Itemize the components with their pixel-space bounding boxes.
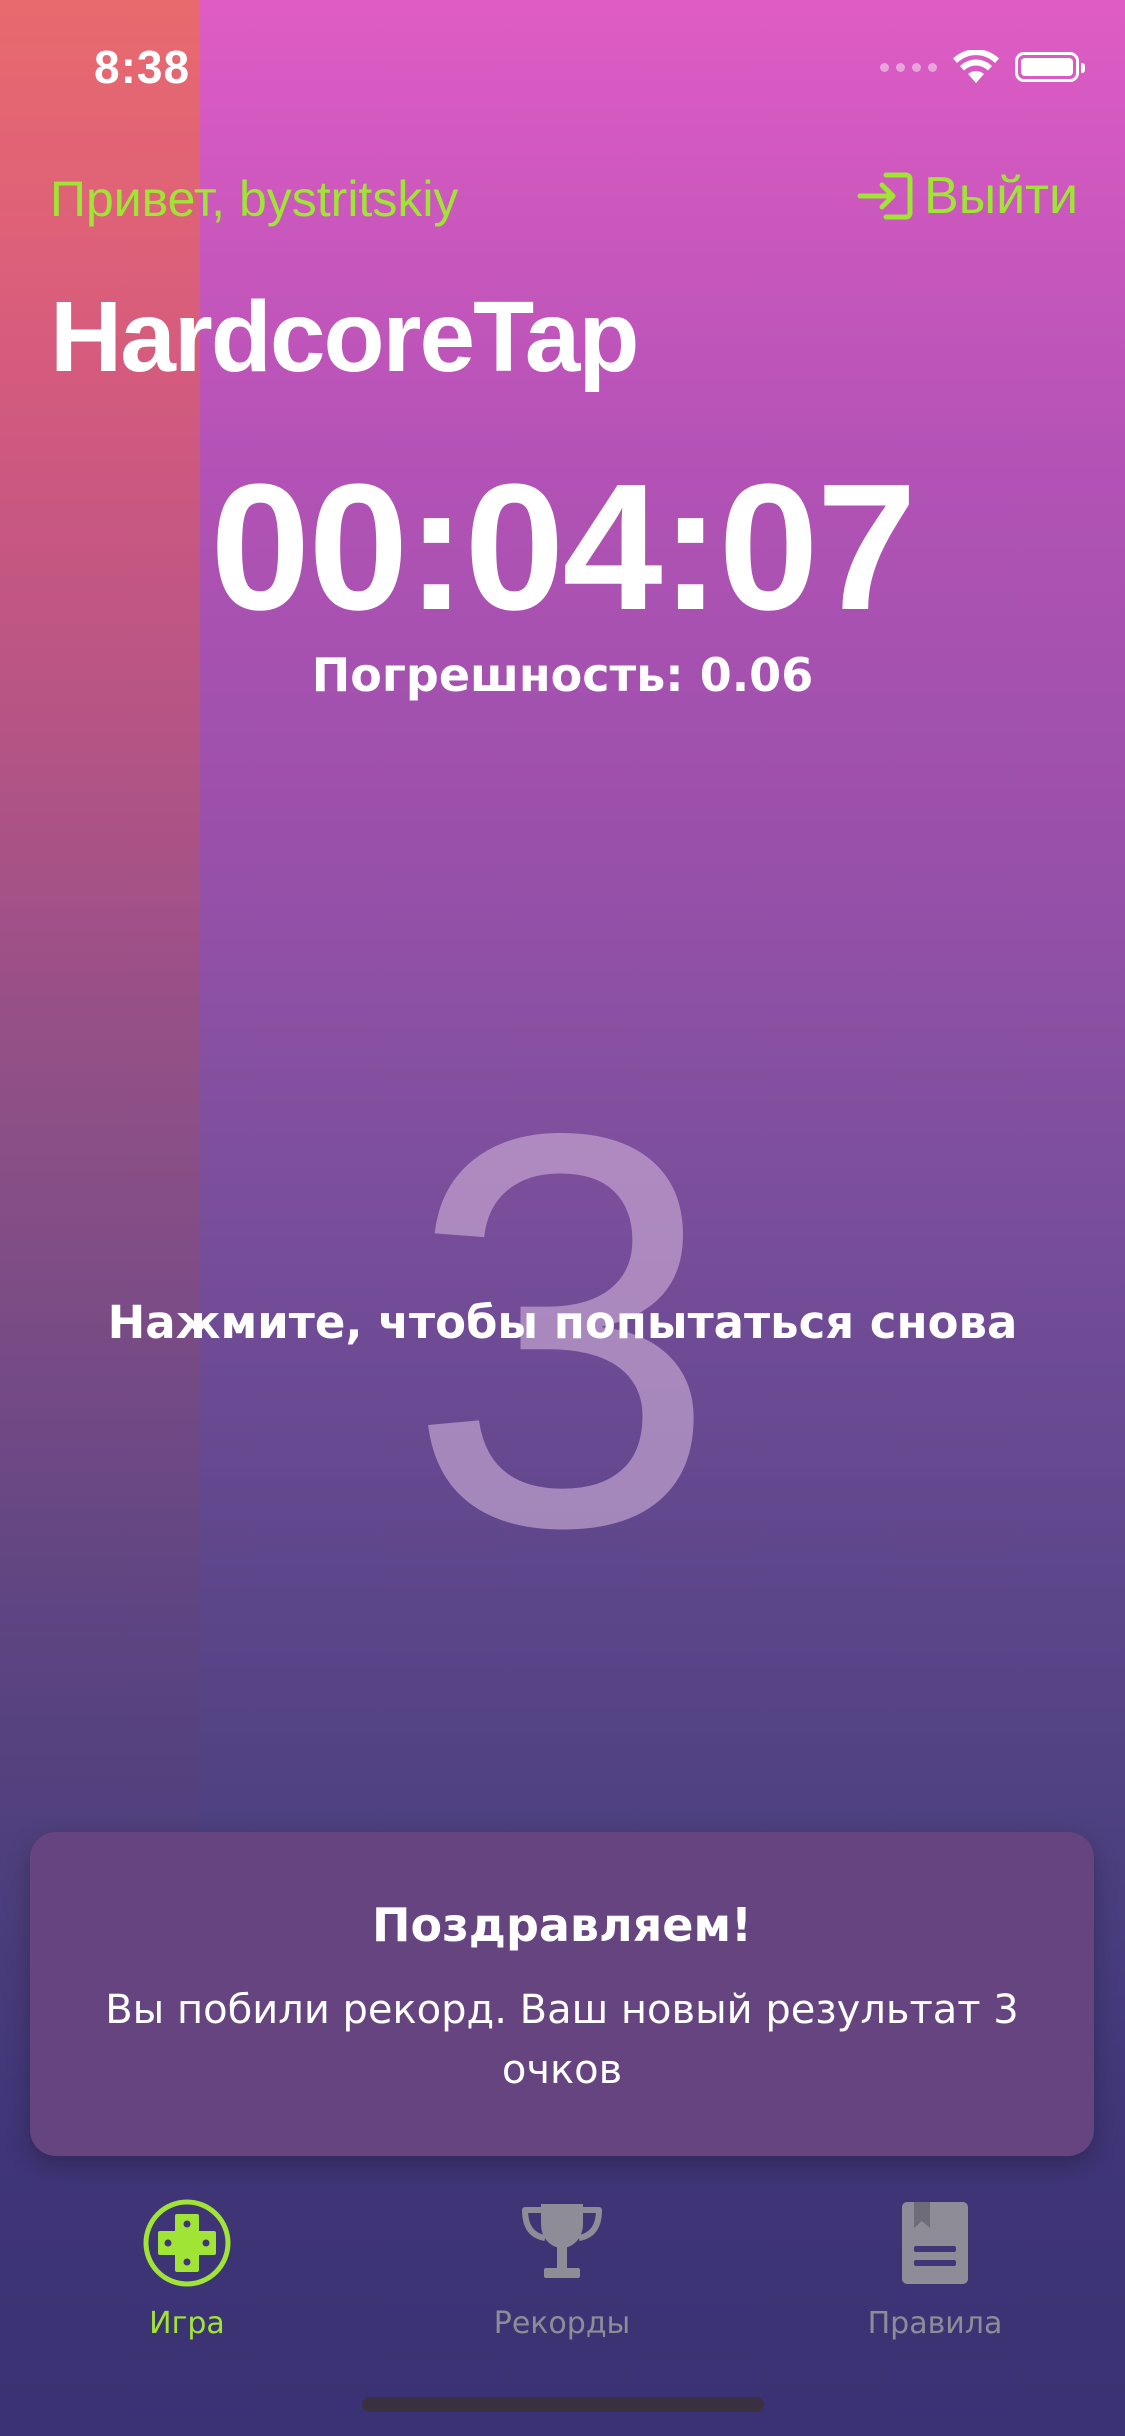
status-time: 8:38 <box>94 41 191 93</box>
logout-label: Выйти <box>924 167 1078 225</box>
logout-button[interactable]: Выйти <box>856 166 1078 226</box>
error-label: Погрешность: 0.06 <box>311 648 814 702</box>
retry-hint[interactable]: Нажмите, чтобы попытаться снова <box>0 1296 1125 1349</box>
greeting-text: Привет, bystritskiy <box>50 171 459 227</box>
toast-message: Вы побили рекорд. Ваш новый результат 3 … <box>105 1987 1019 2093</box>
record-toast: Поздравляем! Вы побили рекорд. Ваш новый… <box>30 1832 1094 2156</box>
toast-title: Поздравляем! <box>371 1898 753 1952</box>
tab-rules[interactable]: Правила <box>785 2198 1085 2341</box>
gamepad-icon <box>143 2199 231 2287</box>
timer-display: 00:04:07 <box>210 447 917 648</box>
tab-rules-label: Правила <box>867 2306 1003 2341</box>
logout-icon <box>857 172 913 220</box>
home-indicator[interactable] <box>362 2397 764 2412</box>
trophy-icon <box>522 2204 602 2278</box>
status-indicators <box>880 50 1085 84</box>
app-title: HardcoreTap <box>50 281 639 393</box>
tab-game[interactable]: Игра <box>37 2198 337 2341</box>
wifi-icon <box>953 50 999 83</box>
battery-icon <box>1015 52 1085 82</box>
book-icon <box>902 2202 968 2284</box>
tab-game-label: Игра <box>149 2306 225 2341</box>
tab-records[interactable]: Рекорды <box>412 2198 712 2341</box>
cellular-signal-icon <box>880 62 937 72</box>
tab-records-label: Рекорды <box>493 2306 631 2341</box>
